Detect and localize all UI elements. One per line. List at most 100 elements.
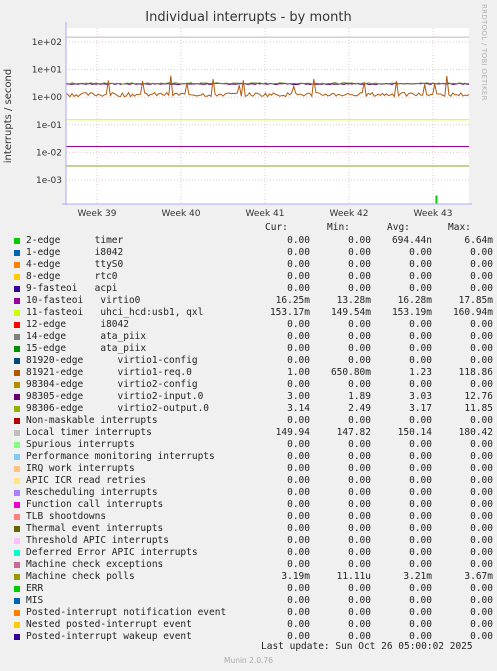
legend-cur: 0.00 [287, 475, 310, 486]
legend-swatch [14, 310, 20, 316]
legend-min: 0.00 [348, 559, 371, 570]
legend-label: Function call interrupts [26, 499, 164, 510]
legend-min: 149.54m [330, 307, 371, 318]
legend-avg: 0.00 [409, 475, 432, 486]
legend-swatch [14, 418, 20, 424]
legend-min: 0.00 [348, 583, 371, 594]
legend-min: 0.00 [348, 511, 371, 522]
legend-label: 12-edge i8042 [26, 319, 129, 330]
legend-swatch [14, 250, 20, 256]
legend-min: 0.00 [348, 475, 371, 486]
legend-max: 180.42 [458, 427, 493, 438]
legend-min: 0.00 [348, 271, 371, 282]
legend-avg: 0.00 [409, 619, 432, 630]
x-tick-label: Week 43 [414, 209, 453, 219]
legend-swatch [14, 286, 20, 292]
legend-max: 0.00 [470, 271, 493, 282]
legend-max: 0.00 [470, 595, 493, 606]
legend-cur: 0.00 [287, 463, 310, 474]
legend-label: APIC ICR read retries [26, 475, 147, 486]
legend-label: 8-edge rtc0 [26, 271, 118, 282]
legend-min: 0.00 [348, 235, 371, 246]
munin-version: Munin 2.0.76 [223, 656, 274, 665]
legend-min: 650.80m [330, 367, 371, 378]
legend-cur: 3.00 [287, 391, 310, 402]
legend-cur: 0.00 [287, 499, 310, 510]
legend-avg: 0.00 [409, 451, 432, 462]
legend-label: Machine check exceptions [26, 559, 164, 570]
legend-min: 0.00 [348, 619, 371, 630]
legend-avg: 0.00 [409, 379, 432, 390]
legend-cur: 1.00 [287, 367, 310, 378]
legend-label: 9-fasteoi acpi [26, 283, 118, 294]
legend-cur: 153.17m [269, 307, 310, 318]
legend-min: 0.00 [348, 319, 371, 330]
legend-swatch [14, 634, 20, 640]
legend-cur: 0.00 [287, 415, 310, 426]
y-tick-label: 1e-02 [36, 148, 62, 158]
x-tick-label: Week 40 [162, 209, 201, 219]
legend-swatch [14, 502, 20, 508]
legend-min: 0.00 [348, 451, 371, 462]
chart-plot: 1e+02 1e+01 1e+00 1e-01 1e-02 1e-03 Week 39 Wee… [3, 22, 472, 219]
legend-avg: 0.00 [409, 283, 432, 294]
legend-min: 0.00 [348, 547, 371, 558]
legend-label: Nested posted-interrupt event [26, 619, 192, 630]
legend-label: 2-edge timer [26, 235, 124, 246]
legend-swatch [14, 610, 20, 616]
legend-swatch [14, 586, 20, 592]
legend-max: 0.00 [470, 487, 493, 498]
legend-max: 0.00 [470, 331, 493, 342]
plot-area [66, 28, 469, 204]
legend-max: 17.85m [458, 295, 493, 306]
legend-min: 0.00 [348, 283, 371, 294]
legend-avg: 0.00 [409, 439, 432, 450]
legend-label: ERR [26, 583, 44, 594]
legend-min: 1.89 [348, 391, 371, 402]
legend-label: Posted-interrupt notification event [26, 607, 227, 618]
legend-label: 81920-edge virtio1-config [26, 355, 198, 366]
legend-max: 0.00 [470, 523, 493, 534]
legend-max: 6.64m [464, 235, 493, 246]
legend-label: 10-fasteoi virtio0 [26, 295, 141, 306]
header-avg: Avg: [387, 222, 410, 233]
legend-max: 0.00 [470, 415, 493, 426]
legend-cur: 0.00 [287, 595, 310, 606]
legend-min: 0.00 [348, 595, 371, 606]
legend-swatch [14, 514, 20, 520]
legend-label: Posted-interrupt wakeup event [26, 631, 192, 642]
legend-max: 0.00 [470, 559, 493, 570]
legend-swatch [14, 322, 20, 328]
legend-label: 4-edge ttyS0 [26, 259, 124, 270]
legend-avg: 694.44n [391, 235, 432, 246]
legend-max: 3.67m [464, 571, 493, 582]
legend-cur: 3.14 [287, 403, 310, 414]
legend-swatch [14, 430, 20, 436]
legend-cur: 0.00 [287, 247, 310, 258]
legend-label: Rescheduling interrupts [26, 487, 158, 498]
legend-avg: 0.00 [409, 319, 432, 330]
legend-max: 0.00 [470, 475, 493, 486]
legend-max: 0.00 [470, 463, 493, 474]
legend-min: 0.00 [348, 499, 371, 510]
legend-avg: 0.00 [409, 415, 432, 426]
legend-avg: 0.00 [409, 607, 432, 618]
legend-label: Local timer interrupts [26, 427, 152, 438]
legend-cur: 0.00 [287, 331, 310, 342]
legend-max: 0.00 [470, 547, 493, 558]
legend-cur: 0.00 [287, 547, 310, 558]
legend-min: 0.00 [348, 439, 371, 450]
legend-swatch [14, 478, 20, 484]
legend-min: 0.00 [348, 415, 371, 426]
legend-avg: 0.00 [409, 559, 432, 570]
legend-avg: 0.00 [409, 535, 432, 546]
legend-min: 0.00 [348, 487, 371, 498]
legend-max: 0.00 [470, 247, 493, 258]
legend-min: 0.00 [348, 259, 371, 270]
legend-max: 118.86 [458, 367, 493, 378]
legend-max: 0.00 [470, 259, 493, 270]
legend-label: 1-edge i8042 [26, 247, 124, 258]
legend-max: 0.00 [470, 283, 493, 294]
legend-cur: 0.00 [287, 379, 310, 390]
legend-avg: 1.23 [409, 367, 432, 378]
